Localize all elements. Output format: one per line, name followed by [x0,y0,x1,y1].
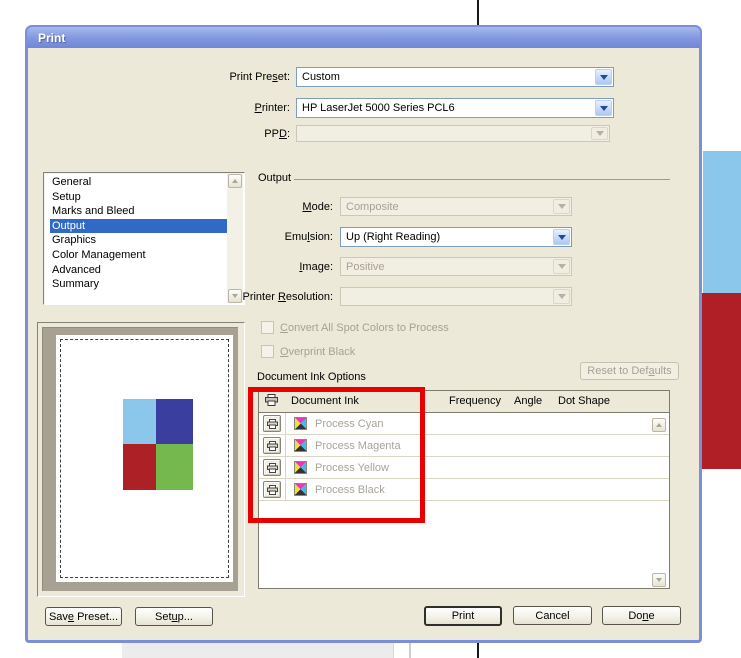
backdrop-red-swatch [702,293,741,469]
chevron-down-icon [591,127,608,140]
preview-swatch-bottom-right [156,444,193,490]
output-heading: Output [258,172,291,184]
backdrop-blue-swatch [703,151,741,293]
dialog-title: Print [38,31,65,45]
backdrop-frame-edge [409,643,411,658]
scroll-down-icon[interactable] [652,573,666,587]
section-divider [294,179,670,180]
overprint-black-label: Overprint Black [280,346,355,358]
emulsion-label: Emulsion: [163,231,333,243]
print-button[interactable]: Print [424,606,502,626]
reset-to-defaults-button: Reset to Defaults [580,362,679,380]
image-select: Positive [340,257,572,276]
scroll-up-icon[interactable] [652,418,666,432]
preview-swatch-top-right [156,399,193,444]
printer-value: HP LaserJet 5000 Series PCL6 [302,102,455,114]
emulsion-select[interactable]: Up (Right Reading) [340,227,572,247]
screen: Print Print Preset: Custom Printer: HP L… [0,0,741,658]
printer-resolution-select [340,287,572,306]
chevron-down-icon [553,259,570,274]
page-preview-panel [37,322,245,597]
annotation-highlight-box [248,387,425,523]
mode-value: Composite [346,201,399,213]
column-dot-shape: Dot Shape [558,395,610,407]
chevron-down-icon[interactable] [595,100,612,116]
image-value: Positive [346,261,385,273]
print-preset-label: Print Preset: [140,71,290,83]
save-preset-button[interactable]: Save Preset... [45,607,122,626]
chevron-down-icon [553,289,570,304]
overprint-black-checkbox [261,345,274,358]
preview-page [56,335,233,582]
preview-swatch-bottom-left [123,444,156,490]
preview-swatch-top-left [123,399,156,444]
convert-spot-colors-checkbox [261,321,274,334]
scroll-up-icon[interactable] [228,174,242,188]
printer-resolution-label: Printer Resolution: [163,291,333,303]
dialog-titlebar[interactable]: Print [27,27,700,48]
emulsion-value: Up (Right Reading) [346,231,440,243]
page-guide-bottom [477,643,479,658]
convert-spot-colors-label: Convert All Spot Colors to Process [280,322,449,334]
chevron-down-icon[interactable] [595,69,612,85]
mode-select: Composite [340,197,572,216]
page-guide-top [477,0,479,25]
printer-select[interactable]: HP LaserJet 5000 Series PCL6 [296,98,614,118]
sidebar-item-general[interactable]: General [50,175,227,190]
preview-pasteboard [42,327,238,591]
setup-button[interactable]: Setup... [135,607,213,626]
cancel-button[interactable]: Cancel [513,606,592,625]
backdrop-text-frame [122,643,394,658]
print-preset-value: Custom [302,71,340,83]
ppd-label: PPD: [140,128,290,140]
ppd-select [296,125,610,142]
column-angle: Angle [514,395,542,407]
ink-options-heading: Document Ink Options [257,371,366,383]
printer-label: Printer: [140,102,290,114]
chevron-down-icon[interactable] [553,229,570,245]
done-button[interactable]: Done [602,606,681,625]
column-frequency: Frequency [449,395,501,407]
print-preset-select[interactable]: Custom [296,67,614,87]
mode-label: Mode: [163,201,333,213]
chevron-down-icon [553,199,570,214]
sidebar-item-summary[interactable]: Summary [50,277,227,292]
image-label: Image: [163,261,333,273]
